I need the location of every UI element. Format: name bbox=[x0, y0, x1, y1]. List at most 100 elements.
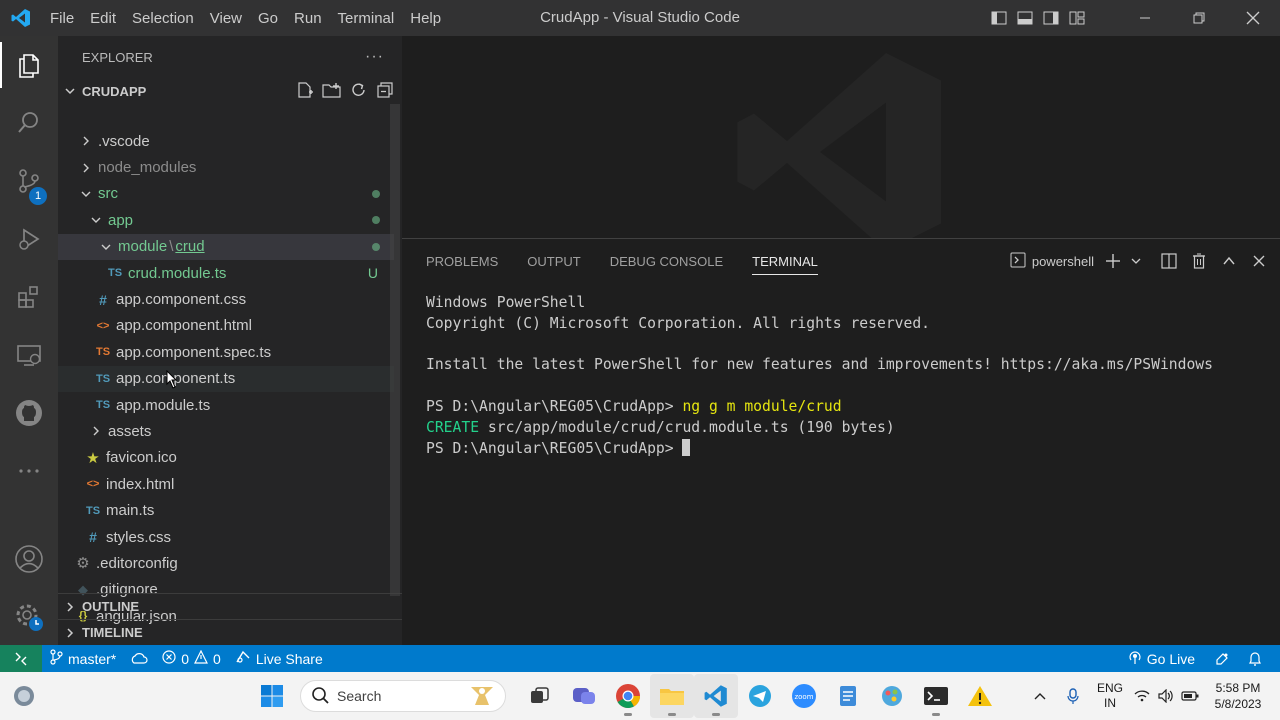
toggle-primary-sidebar-icon[interactable] bbox=[986, 0, 1012, 36]
minimize-icon[interactable] bbox=[1118, 0, 1172, 36]
menu-view[interactable]: View bbox=[202, 10, 250, 27]
chrome-icon[interactable] bbox=[606, 674, 650, 718]
git-branch[interactable]: master* bbox=[42, 645, 123, 672]
zoom-icon[interactable]: zoom bbox=[782, 674, 826, 718]
remote-indicator-icon[interactable] bbox=[0, 645, 42, 672]
vscode-taskbar-icon[interactable] bbox=[694, 674, 738, 718]
tree-item-editorconfig[interactable]: ⚙ .editorconfig bbox=[58, 550, 394, 576]
wifi-icon[interactable] bbox=[1130, 690, 1154, 702]
language-indicator[interactable]: ENG IN bbox=[1090, 681, 1130, 711]
clock[interactable]: 5:58 PM 5/8/2023 bbox=[1202, 680, 1274, 712]
menu-help[interactable]: Help bbox=[402, 10, 449, 27]
new-terminal-icon[interactable] bbox=[1098, 239, 1128, 283]
chevron-down-icon[interactable] bbox=[1128, 239, 1144, 283]
tree-item-app-component-html[interactable]: <> app.component.html bbox=[58, 313, 394, 339]
toggle-panel-icon[interactable] bbox=[1012, 0, 1038, 36]
path-separator: \ bbox=[169, 238, 174, 256]
tree-item-index-html[interactable]: <> index.html bbox=[58, 471, 394, 497]
taskbar-search[interactable]: Search bbox=[300, 680, 506, 712]
tab-output[interactable]: OUTPUT bbox=[527, 239, 580, 283]
tree-item-crud-module-ts[interactable]: TS crud.module.ts U bbox=[58, 260, 394, 286]
more-icon[interactable] bbox=[0, 442, 58, 500]
show-hidden-icons-icon[interactable] bbox=[1024, 692, 1056, 700]
microphone-icon[interactable] bbox=[1056, 688, 1090, 704]
telegram-icon[interactable] bbox=[738, 674, 782, 718]
trash-icon[interactable] bbox=[1184, 239, 1214, 283]
remote-explorer-icon[interactable] bbox=[0, 326, 58, 384]
volume-icon[interactable] bbox=[1154, 689, 1178, 703]
tab-problems[interactable]: PROBLEMS bbox=[426, 239, 498, 283]
split-terminal-icon[interactable] bbox=[1154, 239, 1184, 283]
menu-edit[interactable]: Edit bbox=[82, 10, 124, 27]
outline-title: OUTLINE bbox=[82, 599, 140, 614]
search-icon[interactable] bbox=[0, 94, 58, 152]
feedback-icon[interactable] bbox=[1202, 645, 1242, 672]
restore-icon[interactable] bbox=[1172, 0, 1226, 36]
explorer-scrollbar[interactable] bbox=[390, 104, 400, 596]
terminal-output[interactable]: Windows PowerShell Copyright (C) Microsof… bbox=[426, 293, 1213, 459]
tree-item-favicon[interactable]: ★ favicon.ico bbox=[58, 445, 394, 471]
problems-indicator[interactable]: 0 0 bbox=[155, 645, 228, 672]
sync-icon[interactable] bbox=[123, 645, 155, 672]
tab-debug-console[interactable]: DEBUG CONSOLE bbox=[610, 239, 723, 283]
run-debug-icon[interactable] bbox=[0, 210, 58, 268]
live-share-button[interactable]: Live Share bbox=[228, 645, 330, 672]
explorer-more-icon[interactable]: ··· bbox=[365, 48, 384, 66]
branch-name: master* bbox=[68, 650, 117, 667]
menu-file[interactable]: File bbox=[42, 10, 82, 27]
tree-item-app-module-ts[interactable]: TS app.module.ts bbox=[58, 392, 394, 418]
menu-terminal[interactable]: Terminal bbox=[330, 10, 403, 27]
manage-gear-icon[interactable] bbox=[0, 588, 58, 646]
tree-item-app-component-ts[interactable]: TS app.component.ts bbox=[58, 365, 394, 392]
notifications-bell-icon[interactable] bbox=[1242, 645, 1280, 672]
tab-terminal[interactable]: TERMINAL bbox=[752, 239, 818, 283]
tree-item-node-modules[interactable]: node_modules bbox=[58, 154, 394, 180]
notepad-icon[interactable] bbox=[826, 674, 870, 718]
new-folder-icon[interactable] bbox=[322, 81, 342, 102]
warning-app-icon[interactable] bbox=[958, 674, 1002, 718]
menu-go[interactable]: Go bbox=[250, 10, 286, 27]
terminal-line: CREATE src/app/module/crud/crud.module.t… bbox=[426, 418, 1213, 439]
collapse-all-icon[interactable] bbox=[376, 81, 394, 102]
refresh-icon[interactable] bbox=[350, 81, 368, 102]
maximize-panel-icon[interactable] bbox=[1214, 239, 1244, 283]
extensions-icon[interactable] bbox=[0, 268, 58, 326]
outline-section-header[interactable]: OUTLINE bbox=[58, 593, 402, 619]
timeline-section-header[interactable]: TIMELINE bbox=[58, 619, 402, 645]
menu-run[interactable]: Run bbox=[286, 10, 330, 27]
teams-chat-icon[interactable] bbox=[562, 674, 606, 718]
tree-item-label: app.component.spec.ts bbox=[116, 343, 272, 361]
files-icon[interactable] bbox=[0, 36, 58, 94]
tree-item-app-component-spec-ts[interactable]: TS app.component.spec.ts bbox=[58, 339, 394, 365]
tree-item-app-component-css[interactable]: # app.component.css bbox=[58, 286, 394, 312]
tree-item-src[interactable]: src bbox=[58, 181, 394, 207]
windows-start-icon[interactable] bbox=[250, 674, 294, 718]
weather-widget-icon[interactable] bbox=[2, 674, 46, 718]
tree-item-styles-css[interactable]: # styles.css bbox=[58, 524, 394, 550]
terminal-app-icon[interactable] bbox=[914, 674, 958, 718]
new-file-icon[interactable] bbox=[296, 81, 314, 102]
project-section-header[interactable]: CRUDAPP bbox=[58, 78, 402, 104]
account-icon[interactable] bbox=[0, 530, 58, 588]
tree-item-assets[interactable]: assets bbox=[58, 418, 394, 444]
tree-item-module-crud[interactable]: module \ crud bbox=[58, 233, 394, 260]
paint-icon[interactable] bbox=[870, 674, 914, 718]
css-file-icon: # bbox=[89, 529, 97, 546]
toggle-secondary-sidebar-icon[interactable] bbox=[1038, 0, 1064, 36]
file-explorer-icon[interactable] bbox=[650, 674, 694, 718]
github-icon[interactable] bbox=[0, 384, 58, 442]
close-panel-icon[interactable] bbox=[1244, 239, 1274, 283]
search-icon bbox=[311, 686, 329, 707]
battery-icon[interactable] bbox=[1178, 691, 1202, 701]
menu-selection[interactable]: Selection bbox=[124, 10, 202, 27]
terminal-shell-selector[interactable]: powershell bbox=[1010, 252, 1094, 271]
customize-layout-icon[interactable] bbox=[1064, 0, 1090, 36]
tree-item-app[interactable]: app bbox=[58, 207, 394, 233]
tree-item-main-ts[interactable]: TS main.ts bbox=[58, 497, 394, 523]
go-live-button[interactable]: Go Live bbox=[1121, 645, 1202, 672]
tree-item-vscode[interactable]: .vscode bbox=[58, 128, 394, 154]
source-control-icon[interactable]: 1 bbox=[0, 152, 58, 210]
search-highlight-icon bbox=[463, 683, 499, 712]
task-view-icon[interactable] bbox=[518, 674, 562, 718]
close-icon[interactable] bbox=[1226, 0, 1280, 36]
